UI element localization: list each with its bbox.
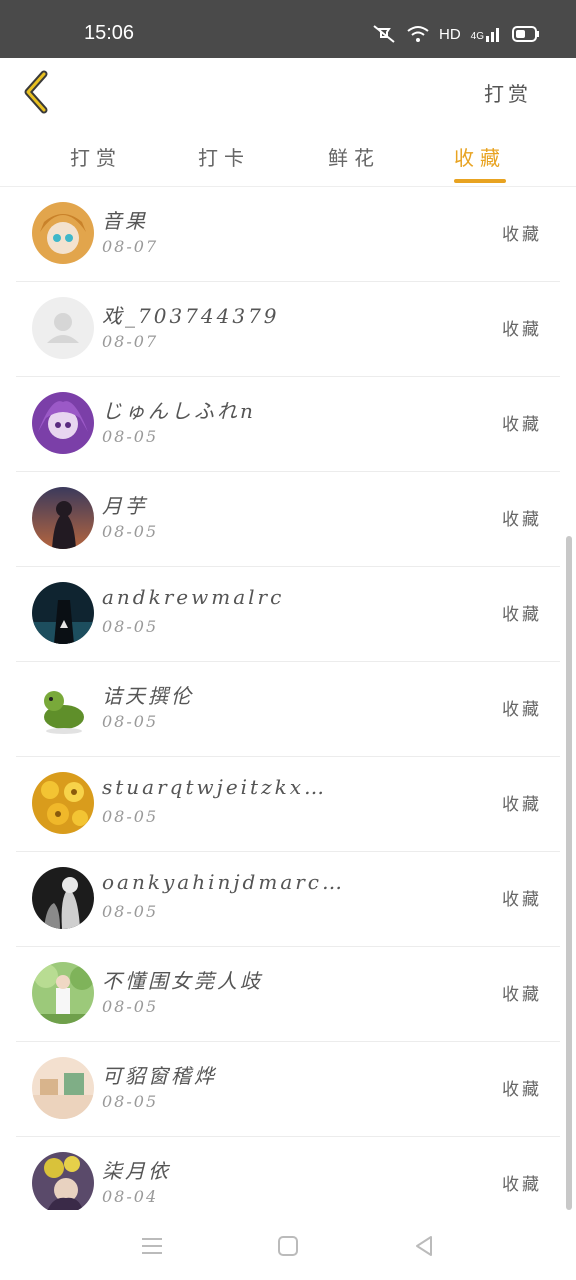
list-item[interactable]: 音果 08-07 收藏 <box>16 187 560 282</box>
home-square-icon <box>278 1236 298 1256</box>
favorite-label: 收藏 <box>502 890 542 910</box>
user-name: 诘天撰伦 <box>102 684 194 708</box>
list-item[interactable]: stuarqtwjeitzkxm ··· 08-05 收藏 <box>16 757 560 852</box>
status-bar: 15:06 HD 4G <box>0 0 576 58</box>
menu-icon <box>142 1238 162 1254</box>
list-date: 08-05 <box>102 807 159 826</box>
header-reward-button[interactable]: 打赏 <box>484 78 532 107</box>
user-name: 音果 <box>102 209 148 233</box>
list-date: 08-05 <box>102 712 159 731</box>
avatar <box>32 487 94 549</box>
list-date: 08-05 <box>102 1092 159 1111</box>
user-name: 可貂窗稽烨 <box>102 1064 217 1088</box>
back-triangle-icon <box>416 1236 432 1256</box>
avatar <box>32 392 94 454</box>
tab-reward[interactable]: 打赏 <box>48 142 144 171</box>
user-name: andkrewmalrc <box>102 585 285 609</box>
tab-favorites[interactable]: 收藏 <box>432 142 528 171</box>
avatar <box>32 962 94 1024</box>
back-button[interactable] <box>18 70 58 114</box>
list-item[interactable]: 月芋 08-05 收藏 <box>16 472 560 567</box>
list-item[interactable]: じゅんしふれn 08-05 收藏 <box>16 377 560 472</box>
list-item[interactable]: andkrewmalrc 08-05 收藏 <box>16 567 560 662</box>
status-time: 15:06 <box>84 22 135 44</box>
tab-bar: 打赏 打卡 鲜花 收藏 <box>0 128 576 187</box>
favorite-label: 收藏 <box>502 1080 542 1100</box>
favorite-label: 收藏 <box>502 795 542 815</box>
avatar <box>32 1152 94 1214</box>
list-date: 08-07 <box>102 332 159 351</box>
favorite-label: 收藏 <box>502 510 542 530</box>
favorite-label: 收藏 <box>502 985 542 1005</box>
favorite-label: 收藏 <box>502 605 542 625</box>
favorite-label: 收藏 <box>502 1175 542 1195</box>
tab-checkin[interactable]: 打卡 <box>176 142 272 171</box>
list-date: 08-05 <box>102 522 159 541</box>
avatar <box>32 297 94 359</box>
user-name: oankyahinjdmarcha <box>102 870 342 894</box>
status-icons: HD 4G <box>371 24 540 44</box>
favorite-label: 收藏 <box>502 225 542 245</box>
avatar <box>32 772 94 834</box>
list-date: 08-07 <box>102 237 159 256</box>
user-name: じゅんしふれn <box>102 399 256 423</box>
favorite-label: 收藏 <box>502 700 542 720</box>
battery-icon <box>512 26 540 42</box>
back-nav-button[interactable] <box>410 1232 438 1260</box>
list-item[interactable]: 戏_703744379 08-07 收藏 <box>16 282 560 377</box>
user-name: 柒月依 <box>102 1159 171 1183</box>
list-item[interactable]: 可貂窗稽烨 08-05 收藏 <box>16 1042 560 1137</box>
avatar <box>32 582 94 644</box>
home-button[interactable] <box>274 1232 302 1260</box>
favorites-list: 音果 08-07 收藏 戏_703744379 08-07 收藏 じゅんしふれn… <box>16 187 560 1231</box>
wifi-icon <box>407 25 429 43</box>
active-tab-indicator <box>454 179 506 183</box>
avatar <box>32 677 94 739</box>
list-date: 08-05 <box>102 902 159 921</box>
menu-button[interactable] <box>138 1232 166 1260</box>
user-name: 戏_703744379 <box>102 304 280 328</box>
tab-flowers[interactable]: 鲜花 <box>306 142 402 171</box>
signal-label: 4G <box>470 31 484 42</box>
avatar <box>32 202 94 264</box>
mute-vibrate-icon <box>371 24 397 44</box>
user-name: 月芋 <box>102 494 148 518</box>
avatar <box>32 867 94 929</box>
favorite-label: 收藏 <box>502 320 542 340</box>
list-date: 08-05 <box>102 617 159 636</box>
user-name: stuarqtwjeitzkxm ··· <box>102 775 342 799</box>
favorite-label: 收藏 <box>502 415 542 435</box>
list-date: 08-05 <box>102 997 159 1016</box>
list-date: 08-04 <box>102 1187 159 1206</box>
list-date: 08-05 <box>102 427 159 446</box>
chevron-left-icon <box>24 70 48 114</box>
top-nav: 打赏 <box>0 58 576 128</box>
signal-icon: 4G <box>471 26 502 42</box>
system-nav-bar <box>0 1210 576 1280</box>
network-label: HD <box>438 25 461 43</box>
scrollbar[interactable] <box>566 536 572 1210</box>
user-name: 不懂围女莞人歧 <box>102 969 263 993</box>
list-item[interactable]: 诘天撰伦 08-05 收藏 <box>16 662 560 757</box>
avatar <box>32 1057 94 1119</box>
list-item[interactable]: 不懂围女莞人歧 08-05 收藏 <box>16 947 560 1042</box>
list-item[interactable]: oankyahinjdmarcha 08-05 收藏 <box>16 852 560 947</box>
